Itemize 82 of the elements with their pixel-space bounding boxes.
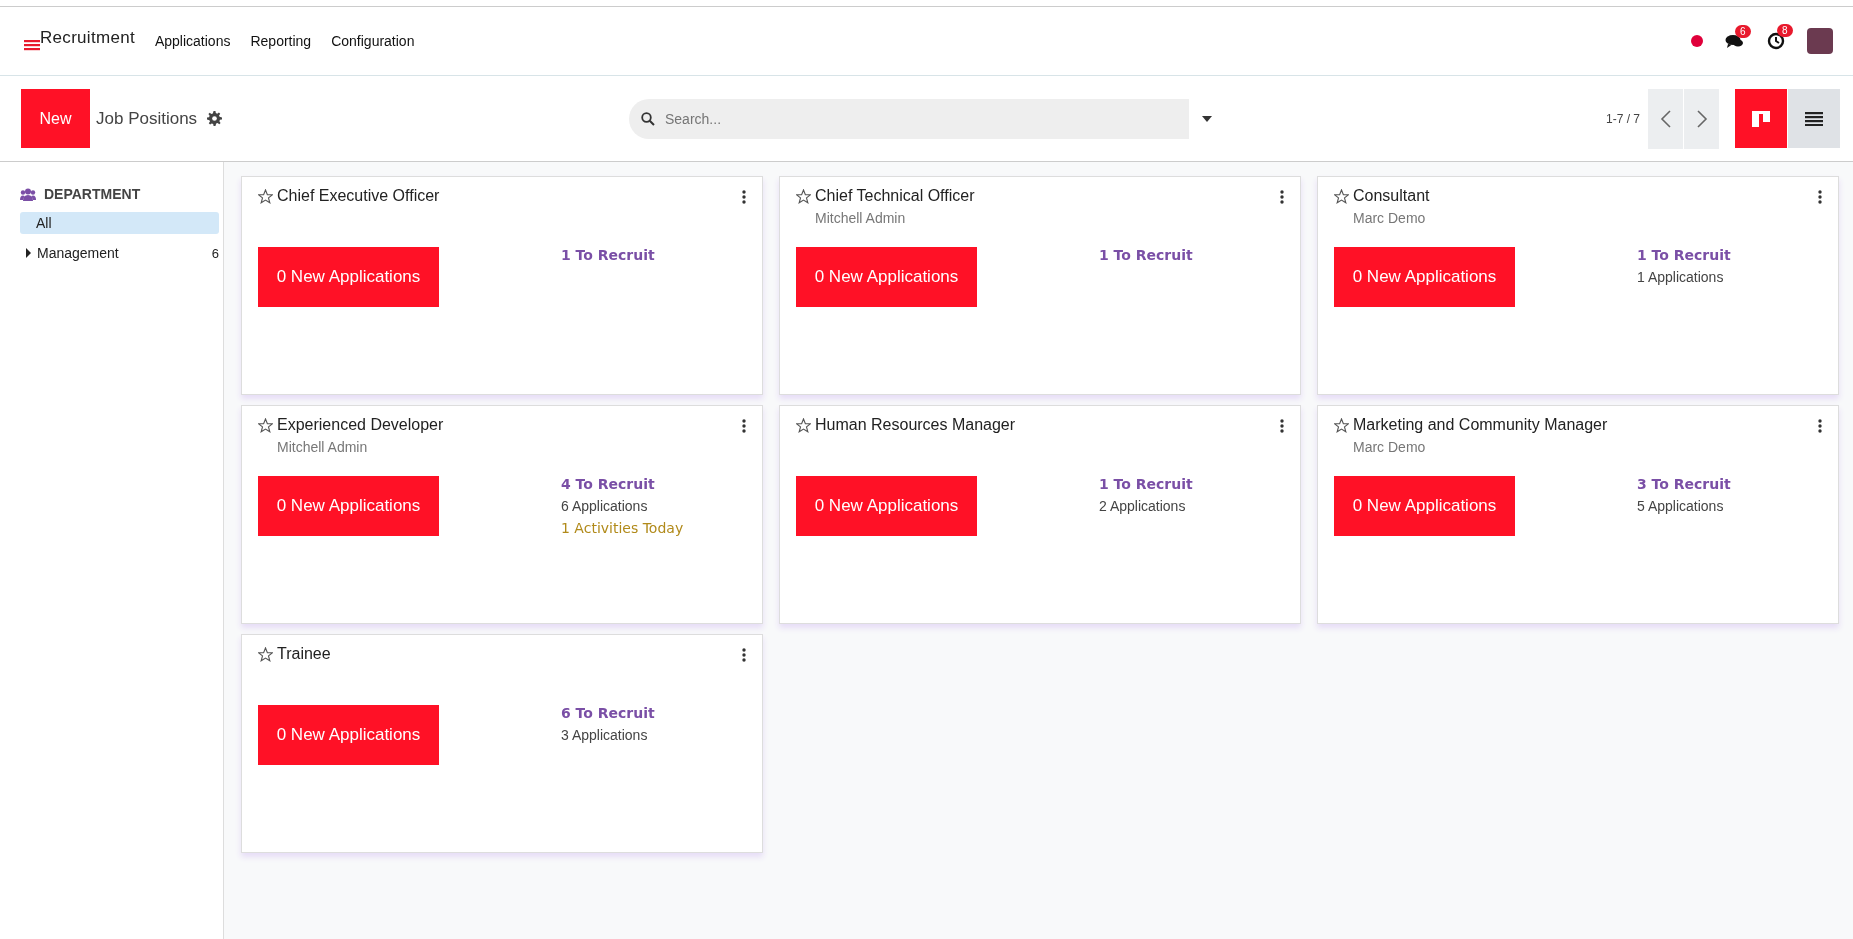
to-recruit-link[interactable]: 3 To Recruit bbox=[1637, 476, 1731, 492]
new-applications-button[interactable]: 0 New Applications bbox=[1334, 247, 1515, 307]
responsible-name: Mitchell Admin bbox=[277, 439, 369, 455]
menu-item[interactable]: Reporting bbox=[250, 33, 312, 49]
applications-link[interactable]: 3 Applications bbox=[561, 727, 655, 743]
star-icon[interactable] bbox=[1334, 189, 1349, 204]
list-view-button[interactable] bbox=[1788, 89, 1840, 148]
menu-icon[interactable] bbox=[24, 38, 40, 52]
more-options-icon[interactable] bbox=[1818, 190, 1822, 204]
search-field[interactable]: Search... bbox=[629, 98, 1189, 139]
job-title: Consultant bbox=[1353, 187, 1431, 205]
job-card[interactable]: Trainee 0 New Applications 6 To Recruit 3 Applications bbox=[241, 634, 763, 853]
job-card[interactable]: Consultant Marc Demo 0 New Applications 1 To Recruit 1 Applications bbox=[1317, 176, 1839, 395]
job-title: Chief Technical Officer bbox=[815, 187, 976, 205]
star-icon[interactable] bbox=[796, 189, 811, 204]
page-title: Job Positions bbox=[96, 108, 198, 129]
kanban-view-button[interactable] bbox=[1735, 89, 1787, 148]
star-icon[interactable] bbox=[1334, 418, 1349, 433]
more-options-icon[interactable] bbox=[1818, 419, 1822, 433]
more-options-icon[interactable] bbox=[742, 190, 746, 204]
job-card[interactable]: Chief Executive Officer 0 New Applications 1 To Recruit bbox=[241, 176, 763, 395]
new-applications-button[interactable]: 0 New Applications bbox=[258, 247, 439, 307]
responsible-name: Mitchell Admin bbox=[815, 210, 907, 226]
count-badge: 8 bbox=[1777, 24, 1793, 37]
star-icon[interactable] bbox=[796, 418, 811, 433]
kanban-icon bbox=[1752, 110, 1770, 127]
job-card[interactable]: Chief Technical Officer Mitchell Admin 0 New Applications 1 To Recruit bbox=[779, 176, 1301, 395]
section-heading: DEPARTMENT bbox=[44, 186, 141, 202]
to-recruit-link[interactable]: 6 To Recruit bbox=[561, 705, 655, 721]
job-title: Marketing and Community Manager bbox=[1353, 416, 1609, 434]
star-icon[interactable] bbox=[258, 647, 273, 662]
list-icon bbox=[1805, 111, 1823, 126]
sidebar-item[interactable]: All bbox=[20, 212, 219, 234]
to-recruit-link[interactable]: 1 To Recruit bbox=[1637, 247, 1731, 263]
new-applications-button[interactable]: 0 New Applications bbox=[796, 247, 977, 307]
app-name[interactable]: Recruitment bbox=[40, 28, 135, 48]
applications-link[interactable]: 6 Applications bbox=[561, 498, 684, 514]
chevron-left-icon bbox=[1659, 108, 1672, 129]
to-recruit-link[interactable]: 4 To Recruit bbox=[561, 476, 684, 492]
item-label[interactable]: All bbox=[36, 215, 219, 231]
people-icon bbox=[20, 187, 36, 201]
job-title: Experienced Developer bbox=[277, 416, 445, 434]
job-title: Trainee bbox=[277, 645, 332, 663]
clock-icon[interactable] bbox=[1767, 32, 1785, 50]
chat-bubbles-icon[interactable] bbox=[1725, 33, 1745, 49]
job-title: Human Resources Manager bbox=[815, 416, 1017, 434]
gear-icon[interactable] bbox=[207, 111, 223, 126]
more-options-icon[interactable] bbox=[1280, 190, 1284, 204]
item-label[interactable]: Management bbox=[37, 245, 212, 261]
status-dot-icon[interactable] bbox=[1691, 35, 1703, 47]
item-count: 6 bbox=[211, 245, 219, 261]
new-applications-button[interactable]: 0 New Applications bbox=[258, 476, 439, 536]
more-options-icon[interactable] bbox=[742, 648, 746, 662]
caret-icon[interactable] bbox=[1201, 114, 1213, 123]
star-icon[interactable] bbox=[258, 418, 273, 433]
new-button[interactable]: New bbox=[21, 89, 90, 148]
caret-right-icon[interactable] bbox=[25, 248, 32, 258]
applications-link[interactable]: 2 Applications bbox=[1099, 498, 1193, 514]
new-applications-button[interactable]: 0 New Applications bbox=[796, 476, 977, 536]
job-title: Chief Executive Officer bbox=[277, 187, 441, 205]
applications-link[interactable]: 5 Applications bbox=[1637, 498, 1731, 514]
more-options-icon[interactable] bbox=[1280, 419, 1284, 433]
pager-value[interactable]: 1-7 / 7 bbox=[1605, 111, 1640, 126]
responsible-name: Marc Demo bbox=[1353, 439, 1427, 455]
responsible-name: Marc Demo bbox=[1353, 210, 1427, 226]
new-applications-button[interactable]: 0 New Applications bbox=[1334, 476, 1515, 536]
chevron-right-icon bbox=[1695, 108, 1708, 129]
more-options-icon[interactable] bbox=[742, 419, 746, 433]
job-card[interactable]: Human Resources Manager 0 New Applications 1 To Recruit 2 Applications bbox=[779, 405, 1301, 624]
to-recruit-link[interactable]: 1 To Recruit bbox=[1099, 247, 1193, 263]
menu-item[interactable]: Configuration bbox=[331, 33, 415, 49]
menu-item[interactable]: Applications bbox=[154, 33, 231, 49]
to-recruit-link[interactable]: 1 To Recruit bbox=[1099, 476, 1193, 492]
sidebar-item[interactable]: Management 6 bbox=[20, 242, 219, 264]
applications-link[interactable]: 1 Applications bbox=[1637, 269, 1731, 285]
search-icon bbox=[641, 111, 655, 126]
to-recruit-link[interactable]: 1 To Recruit bbox=[561, 247, 655, 263]
new-applications-button[interactable]: 0 New Applications bbox=[258, 705, 439, 765]
count-badge: 6 bbox=[1735, 25, 1751, 38]
job-card[interactable]: Marketing and Community Manager Marc Demo 0 New Applications 3 To Recruit 5 Applications bbox=[1317, 405, 1839, 624]
star-icon[interactable] bbox=[258, 189, 273, 204]
job-card[interactable]: Experienced Developer Mitchell Admin 0 New Applications 4 To Recruit 6 Applications 1 Activities Today bbox=[241, 405, 763, 624]
